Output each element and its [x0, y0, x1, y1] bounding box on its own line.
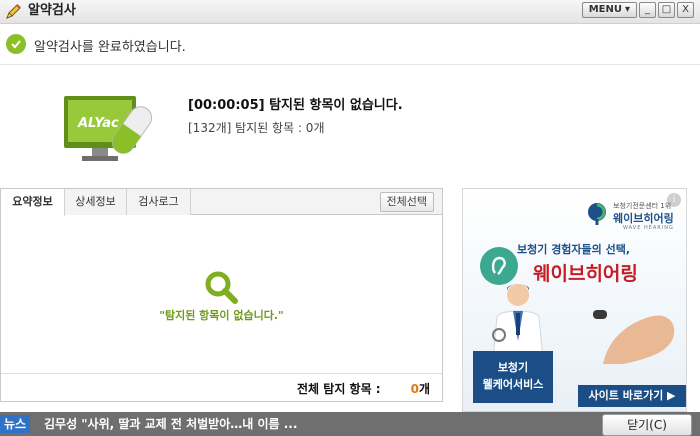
advertisement-banner[interactable]: i 보청기전문센터 1위 웨이브히어링 WAVE HEARING 보청기 경험자…	[462, 188, 687, 412]
news-bar: 뉴스 김무성 "사위, 딸과 교제 전 처벌받아…내 이름 ... 닫기(C)	[0, 412, 700, 436]
window-controls: MENU ▾ _ □ X	[581, 2, 694, 18]
close-button[interactable]: X	[677, 2, 694, 18]
ad-site-link-button[interactable]: 사이트 바로가기 ▶	[578, 385, 686, 407]
close-dialog-button[interactable]: 닫기(C)	[602, 414, 692, 436]
tab-scan-log[interactable]: 검사로그	[127, 189, 191, 215]
total-label: 전체 탐지 항목 :	[297, 382, 381, 396]
magnifier-icon	[205, 271, 238, 304]
result-summary: [132개] 탐지된 항목 : 0개	[188, 121, 325, 135]
doctor-illustration	[492, 284, 544, 359]
select-all-button[interactable]: 전체선택	[379, 192, 434, 212]
empty-message: "탐지된 항목이 없습니다."	[159, 309, 284, 322]
ad-badge-line-1: 보청기	[497, 361, 529, 374]
maximize-button[interactable]: □	[658, 2, 675, 18]
total-unit: 개	[418, 382, 430, 396]
menu-label: MENU	[588, 4, 622, 15]
title-bar: 알약검사 MENU ▾ _ □ X	[0, 0, 700, 24]
total-count: 0	[410, 382, 419, 396]
ad-service-badge: 보청기 웰케어서비스	[473, 351, 553, 403]
panel-footer: 전체 탐지 항목 : 0개	[1, 373, 442, 401]
brand-logo-icon	[588, 203, 606, 225]
status-message: 알약검사를 완료하였습니다.	[34, 40, 186, 55]
ad-brand-en: WAVE HEARING	[623, 225, 674, 231]
checkmark-icon	[6, 34, 26, 54]
window-title: 알약검사	[28, 3, 76, 18]
total-detected: 전체 탐지 항목 : 0개	[297, 380, 430, 397]
logo-text: ALYac	[77, 116, 119, 131]
pencil-icon	[6, 4, 21, 19]
ad-badge-line-2: 웰케어서비스	[482, 378, 544, 391]
caret-down-icon: ▾	[624, 4, 630, 15]
alyac-logo: ALYac	[64, 96, 153, 161]
menu-button[interactable]: MENU ▾	[581, 2, 637, 18]
tab-bar: 요약정보 상세정보 검사로그 전체선택	[1, 189, 442, 216]
tab-details[interactable]: 상세정보	[65, 189, 127, 215]
ad-brand-name: 웨이브히어링	[613, 212, 674, 225]
status-row: 알약검사를 완료하였습니다.	[0, 25, 700, 65]
minimize-button[interactable]: _	[639, 2, 656, 18]
news-label: 뉴스	[0, 415, 31, 433]
result-title: [00:00:05] 탐지된 항목이 없습니다.	[188, 98, 403, 113]
news-headline-link[interactable]: 김무성 "사위, 딸과 교제 전 처벌받아…내 이름 ...	[44, 415, 297, 433]
hearing-aid-illustration	[593, 310, 675, 364]
tab-summary[interactable]: 요약정보	[1, 189, 65, 216]
ad-headline-1: 보청기 경험자들의 선택,	[517, 243, 631, 256]
result-panel: 요약정보 상세정보 검사로그 전체선택 "탐지된 항목이 없습니다." 전체 탐…	[0, 188, 443, 402]
